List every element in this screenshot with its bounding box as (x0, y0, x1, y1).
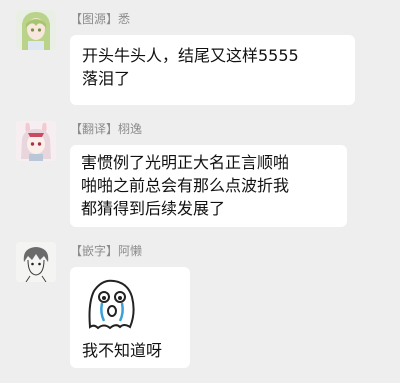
message-bubble[interactable]: 开头牛头人，结尾又这样5555 落泪了 (70, 35, 355, 105)
sender-name: 【嵌字】阿懒 (70, 244, 143, 258)
message-bubble[interactable]: 害惯例了光明正大名正言顺啪 啪啪之前总会有那么点波折我 都猜得到后续发展了 (70, 145, 347, 227)
message-text: 我不知道呀 (82, 341, 163, 360)
sketch-anime-boy-avatar-icon (16, 242, 56, 282)
sender-name: 【翻译】栩逸 (70, 122, 143, 136)
avatar[interactable] (16, 10, 56, 50)
green-hair-anime-avatar-icon (16, 10, 56, 50)
message-text: 害惯例了光明正大名正言顺啪 啪啪之前总会有那么点波折我 都猜得到后续发展了 (81, 153, 290, 218)
crying-ghost-sticker-icon (88, 279, 135, 330)
pink-bunny-anime-avatar-icon (16, 121, 56, 161)
sender-name: 【图源】悉 (70, 12, 131, 26)
message-bubble[interactable]: 我不知道呀 (70, 267, 190, 368)
message-text: 开头牛头人，结尾又这样5555 落泪了 (82, 46, 299, 88)
avatar[interactable] (16, 242, 56, 282)
avatar[interactable] (16, 121, 56, 161)
